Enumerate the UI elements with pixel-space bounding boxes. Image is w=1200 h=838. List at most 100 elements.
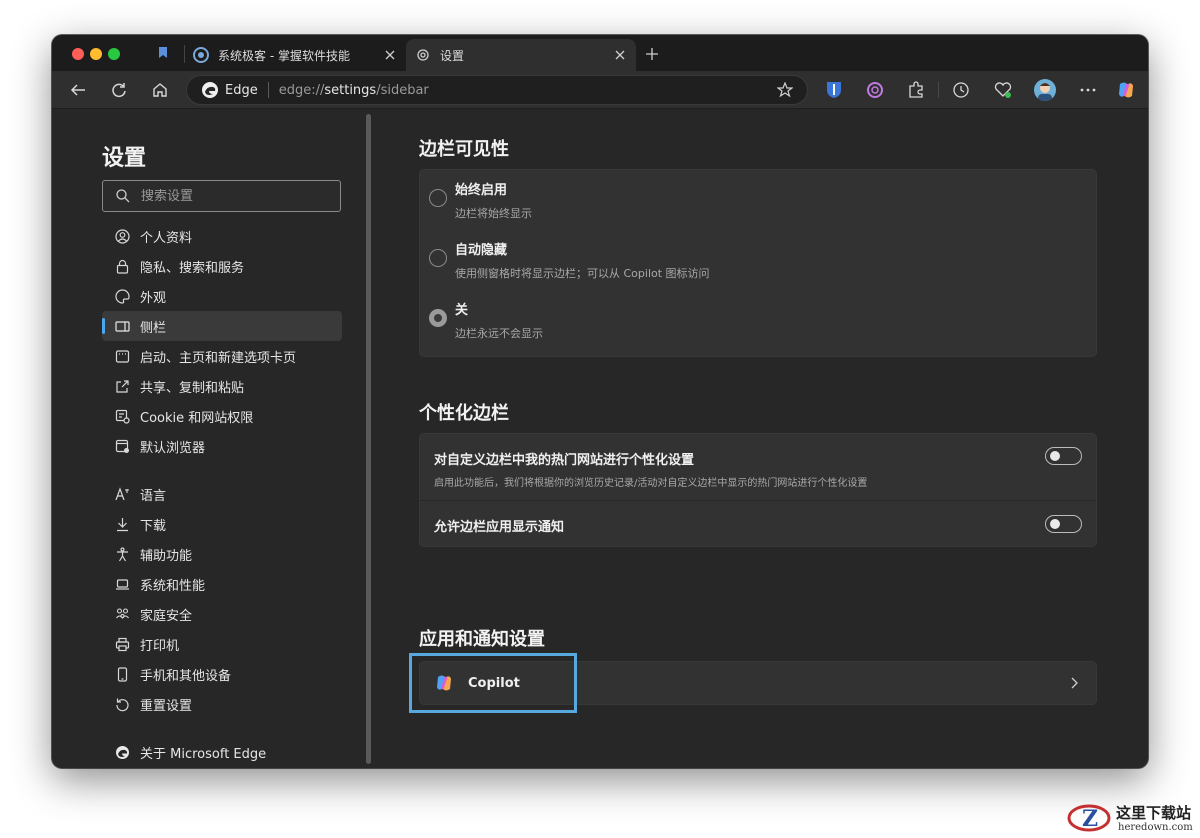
address-url[interactable]: edge://settings/sidebar bbox=[279, 83, 775, 98]
sidebar-item-label: 重置设置 bbox=[140, 698, 193, 714]
settings-sidebar: 设置 个人资料 隐私、搜索和服务 外观 侧栏 启动、主页和新建选项卡页 共享、复… bbox=[52, 110, 372, 768]
radio-desc: 使用侧窗格时将显示边栏；可以从 Copilot 图标访问 bbox=[455, 267, 710, 280]
sidebar-item-printers[interactable]: 打印机 bbox=[102, 629, 342, 659]
page-title: 设置 bbox=[102, 146, 147, 171]
sidebar-item-accessibility[interactable]: 辅助功能 bbox=[102, 539, 342, 569]
extensions-button[interactable] bbox=[904, 78, 928, 102]
refresh-button[interactable] bbox=[107, 78, 131, 102]
openai-icon bbox=[867, 82, 883, 98]
bitwarden-extension-button[interactable] bbox=[822, 78, 846, 102]
maximize-window-button[interactable] bbox=[108, 48, 120, 60]
bookmark-flag-icon[interactable] bbox=[156, 46, 170, 60]
sidebar-item-phone[interactable]: 手机和其他设备 bbox=[102, 659, 342, 689]
radio-desc: 边栏永远不会显示 bbox=[455, 327, 543, 340]
sidebar-item-label: 启动、主页和新建选项卡页 bbox=[140, 350, 297, 366]
copilot-toolbar-button[interactable] bbox=[1114, 78, 1138, 102]
edge-logo-icon bbox=[114, 744, 130, 760]
sidebar-item-default-browser[interactable]: 默认浏览器 bbox=[102, 431, 342, 461]
sidebar-item-label: 隐私、搜索和服务 bbox=[140, 260, 245, 276]
sidebar-item-profile[interactable]: 个人资料 bbox=[102, 221, 342, 251]
sidebar-item-start-home[interactable]: 启动、主页和新建选项卡页 bbox=[102, 341, 342, 371]
more-menu-button[interactable] bbox=[1076, 78, 1100, 102]
radio-option-always[interactable]: 始终启用 边栏将始终显示 bbox=[420, 170, 1096, 230]
profile-avatar[interactable] bbox=[1034, 79, 1056, 101]
sidebar-item-label: 辅助功能 bbox=[140, 548, 193, 564]
search-input[interactable] bbox=[141, 188, 321, 204]
radio-label: 关 bbox=[455, 303, 469, 318]
sidebar-icon bbox=[114, 318, 130, 334]
sidebar-item-label: 下载 bbox=[140, 518, 167, 534]
tab-strip: 系统极客 - 掌握软件技能 设置 bbox=[52, 35, 1148, 71]
home-button[interactable] bbox=[148, 78, 172, 102]
radio-button-selected[interactable] bbox=[429, 309, 447, 327]
lock-icon bbox=[114, 258, 130, 274]
heart-pulse-icon bbox=[994, 82, 1012, 98]
shield-icon bbox=[827, 82, 841, 98]
minimize-window-button[interactable] bbox=[90, 48, 102, 60]
section-title-personalize: 个性化边栏 bbox=[419, 403, 509, 424]
radio-option-auto-hide[interactable]: 自动隐藏 使用侧窗格时将显示边栏；可以从 Copilot 图标访问 bbox=[420, 230, 1096, 290]
sidebar-item-appearance[interactable]: 外观 bbox=[102, 281, 342, 311]
sidebar-item-about[interactable]: 关于 Microsoft Edge bbox=[102, 737, 342, 767]
back-button[interactable] bbox=[66, 78, 90, 102]
profile-icon bbox=[114, 228, 130, 244]
sidebar-item-downloads[interactable]: 下载 bbox=[102, 509, 342, 539]
toggle-label: 允许边栏应用显示通知 bbox=[434, 520, 565, 535]
section-title-visibility: 边栏可见性 bbox=[419, 139, 509, 160]
sidebar-item-privacy[interactable]: 隐私、搜索和服务 bbox=[102, 251, 342, 281]
phone-icon bbox=[114, 666, 130, 682]
close-tab-icon[interactable] bbox=[610, 45, 630, 65]
sidebar-item-reset[interactable]: 重置设置 bbox=[102, 689, 342, 719]
puzzle-icon bbox=[909, 81, 923, 98]
sidebar-item-label: 外观 bbox=[140, 290, 167, 306]
radio-button[interactable] bbox=[429, 249, 447, 267]
radio-label: 始终启用 bbox=[455, 183, 508, 198]
edge-logo-icon bbox=[202, 82, 218, 98]
printer-icon bbox=[114, 636, 130, 652]
download-icon bbox=[114, 516, 130, 532]
history-button[interactable] bbox=[949, 78, 973, 102]
browser-essentials-button[interactable] bbox=[991, 78, 1015, 102]
radio-button[interactable] bbox=[429, 189, 447, 207]
sidebar-item-system[interactable]: 系统和性能 bbox=[102, 569, 342, 599]
sidebar-item-label: 手机和其他设备 bbox=[140, 668, 232, 684]
watermark-sub: heredown.com bbox=[1118, 822, 1193, 833]
history-icon bbox=[953, 82, 969, 98]
sidebar-item-sidebar[interactable]: 侧栏 bbox=[102, 311, 342, 341]
radio-label: 自动隐藏 bbox=[455, 243, 508, 258]
tab-title: 系统极客 - 掌握软件技能 bbox=[218, 48, 350, 63]
toggle-switch[interactable] bbox=[1045, 447, 1082, 465]
language-icon bbox=[114, 486, 130, 502]
radio-option-off[interactable]: 关 边栏永远不会显示 bbox=[420, 290, 1096, 350]
tab-syst-geek[interactable]: 系统极客 - 掌握软件技能 bbox=[190, 39, 406, 71]
sidebar-scrollbar[interactable] bbox=[366, 114, 371, 764]
toggle-desc: 启用此功能后，我们将根据你的浏览历史记录/活动对自定义边栏中显示的热门网站进行个… bbox=[434, 478, 868, 489]
laptop-icon bbox=[114, 576, 130, 592]
refresh-icon bbox=[112, 83, 126, 98]
favorite-star-icon[interactable] bbox=[775, 80, 795, 100]
close-tab-icon[interactable] bbox=[380, 45, 400, 65]
new-tab-button[interactable] bbox=[640, 42, 664, 66]
sidebar-item-cookies[interactable]: Cookie 和网站权限 bbox=[102, 401, 342, 431]
visibility-card: 始终启用 边栏将始终显示 自动隐藏 使用侧窗格时将显示边栏；可以从 Copilo… bbox=[419, 169, 1097, 357]
toggle-row-notifications: 允许边栏应用显示通知 bbox=[420, 501, 1096, 547]
watermark-logo-icon: Z bbox=[1067, 804, 1111, 832]
copilot-highlight-box bbox=[409, 653, 577, 713]
settings-main: 边栏可见性 始终启用 边栏将始终显示 自动隐藏 使用侧窗格时将显示边栏；可以从 … bbox=[372, 110, 1148, 768]
sidebar-item-label: 默认浏览器 bbox=[140, 440, 206, 456]
close-window-button[interactable] bbox=[72, 48, 84, 60]
toggle-knob bbox=[1050, 451, 1060, 461]
tab-settings[interactable]: 设置 bbox=[406, 39, 636, 71]
address-bar[interactable]: Edge edge://settings/sidebar bbox=[186, 75, 808, 105]
home-page-icon bbox=[114, 348, 130, 364]
sidebar-item-label: 共享、复制和粘贴 bbox=[140, 380, 245, 396]
watermark: Z 这里下载站 heredown.com bbox=[1066, 800, 1200, 838]
sidebar-item-share[interactable]: 共享、复制和粘贴 bbox=[102, 371, 342, 401]
sidebar-item-family[interactable]: 家庭安全 bbox=[102, 599, 342, 629]
openai-extension-button[interactable] bbox=[863, 78, 887, 102]
sidebar-item-label: 系统和性能 bbox=[140, 578, 206, 594]
settings-search[interactable] bbox=[102, 180, 341, 212]
toolbar: Edge edge://settings/sidebar bbox=[52, 71, 1148, 109]
toggle-switch[interactable] bbox=[1045, 515, 1082, 533]
sidebar-item-languages[interactable]: 语言 bbox=[102, 479, 342, 509]
